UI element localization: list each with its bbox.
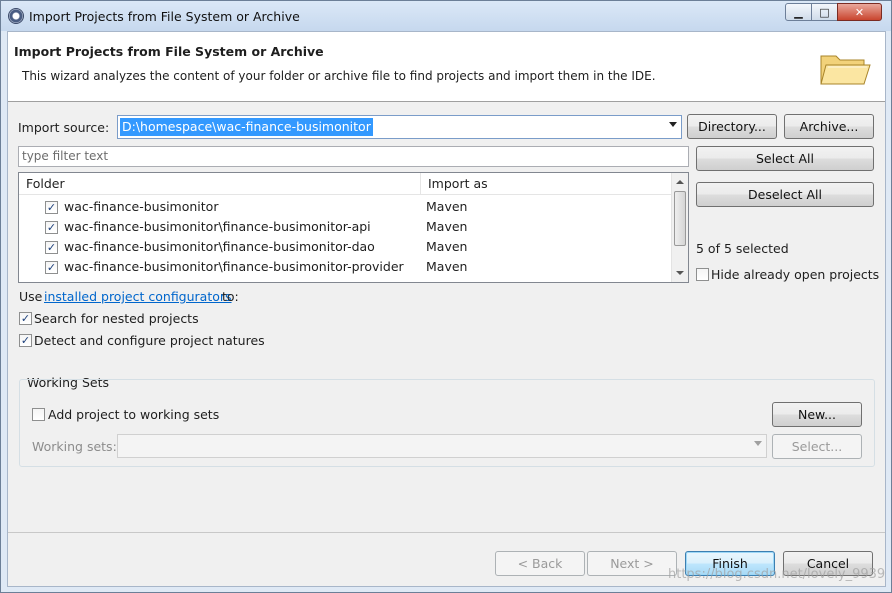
project-natures-checkbox[interactable]: ✓ — [19, 334, 32, 347]
filter-input[interactable]: type filter text — [18, 146, 689, 167]
working-sets-group: Add project to working sets New... Worki… — [19, 379, 875, 467]
select-working-sets-button[interactable]: Select... — [772, 434, 862, 459]
table-row[interactable]: ✓ wac-finance-busimonitor\finance-busimo… — [19, 217, 671, 237]
row-checkbox[interactable]: ✓ — [45, 261, 58, 274]
new-working-set-button[interactable]: New... — [772, 402, 862, 427]
footer-divider — [8, 532, 885, 533]
table-header: Folder Import as — [19, 173, 671, 195]
import-source-label: Import source: — [18, 120, 110, 135]
wizard-title: Import Projects from File System or Arch… — [14, 44, 324, 59]
table-scrollbar[interactable] — [671, 173, 688, 282]
row-folder: wac-finance-busimonitor\finance-busimoni… — [64, 239, 375, 254]
hide-open-projects-checkbox[interactable] — [696, 268, 709, 281]
projects-table: Folder Import as ✓ wac-finance-busimonit… — [18, 172, 689, 283]
wizard-header: Import Projects from File System or Arch… — [8, 32, 885, 102]
row-checkbox[interactable]: ✓ — [45, 221, 58, 234]
hide-open-projects-label: Hide already open projects — [711, 267, 880, 282]
next-button[interactable]: Next > — [587, 551, 677, 576]
minimize-button[interactable]: ▁ — [785, 3, 812, 21]
row-import-as: Maven — [426, 219, 468, 234]
import-wizard-window: Import Projects from File System or Arch… — [0, 0, 892, 593]
installed-configurators-link[interactable]: installed project configurators — [44, 289, 232, 304]
maximize-button[interactable]: □ — [811, 3, 838, 21]
scroll-up-icon[interactable] — [676, 180, 684, 184]
deselect-all-button[interactable]: Deselect All — [696, 182, 874, 207]
title-bar[interactable]: Import Projects from File System or Arch… — [1, 1, 891, 31]
window-title: Import Projects from File System or Arch… — [29, 9, 300, 24]
configurators-suffix: to: — [222, 289, 239, 304]
row-folder: wac-finance-busimonitor — [64, 199, 219, 214]
nested-projects-checkbox[interactable]: ✓ — [19, 312, 32, 325]
minimize-icon: ▁ — [794, 5, 803, 19]
add-to-working-sets-label: Add project to working sets — [48, 407, 220, 422]
select-all-button[interactable]: Select All — [696, 146, 874, 171]
row-import-as: Maven — [426, 259, 468, 274]
back-button[interactable]: < Back — [495, 551, 585, 576]
dropdown-arrow-icon[interactable] — [669, 122, 677, 127]
scroll-down-icon[interactable] — [676, 271, 684, 275]
archive-button[interactable]: Archive... — [784, 114, 874, 139]
wizard-description: This wizard analyzes the content of your… — [22, 69, 656, 83]
project-natures-label: Detect and configure project natures — [34, 333, 265, 348]
column-header-import-as[interactable]: Import as — [420, 173, 671, 195]
wizard-client-area: Import Projects from File System or Arch… — [7, 31, 886, 587]
close-button[interactable]: ✕ — [837, 3, 882, 21]
column-header-folder[interactable]: Folder — [19, 173, 420, 195]
row-checkbox[interactable]: ✓ — [45, 241, 58, 254]
table-row[interactable]: ✓ wac-finance-busimonitor\finance-busimo… — [19, 257, 671, 277]
selected-count: 5 of 5 selected — [696, 241, 789, 256]
close-icon: ✕ — [854, 5, 865, 19]
row-import-as: Maven — [426, 199, 468, 214]
row-checkbox[interactable]: ✓ — [45, 201, 58, 214]
directory-button[interactable]: Directory... — [687, 114, 777, 139]
row-import-as: Maven — [426, 239, 468, 254]
working-sets-combo[interactable] — [117, 434, 767, 458]
watermark-text: https://blog.csdn.net/lovely_9939 — [668, 567, 886, 582]
dropdown-arrow-icon[interactable] — [754, 441, 762, 446]
maximize-icon: □ — [819, 5, 830, 19]
table-row[interactable]: ✓ wac-finance-busimonitor\finance-busimo… — [19, 237, 671, 257]
import-source-value: D:\homespace\wac-finance-busimonitor — [120, 118, 373, 136]
add-to-working-sets-checkbox[interactable] — [32, 408, 45, 421]
row-folder: wac-finance-busimonitor\finance-busimoni… — [64, 259, 404, 274]
configurators-prefix: Use — [19, 289, 43, 304]
open-folder-icon — [820, 55, 871, 85]
row-folder: wac-finance-busimonitor\finance-busimoni… — [64, 219, 371, 234]
eclipse-app-icon — [8, 8, 24, 24]
working-sets-label: Working sets: — [32, 439, 117, 454]
nested-projects-label: Search for nested projects — [34, 311, 199, 326]
import-source-combo[interactable]: D:\homespace\wac-finance-busimonitor — [117, 115, 682, 139]
table-row[interactable]: ✓ wac-finance-busimonitor Maven — [19, 197, 671, 217]
scroll-thumb[interactable] — [674, 191, 686, 246]
